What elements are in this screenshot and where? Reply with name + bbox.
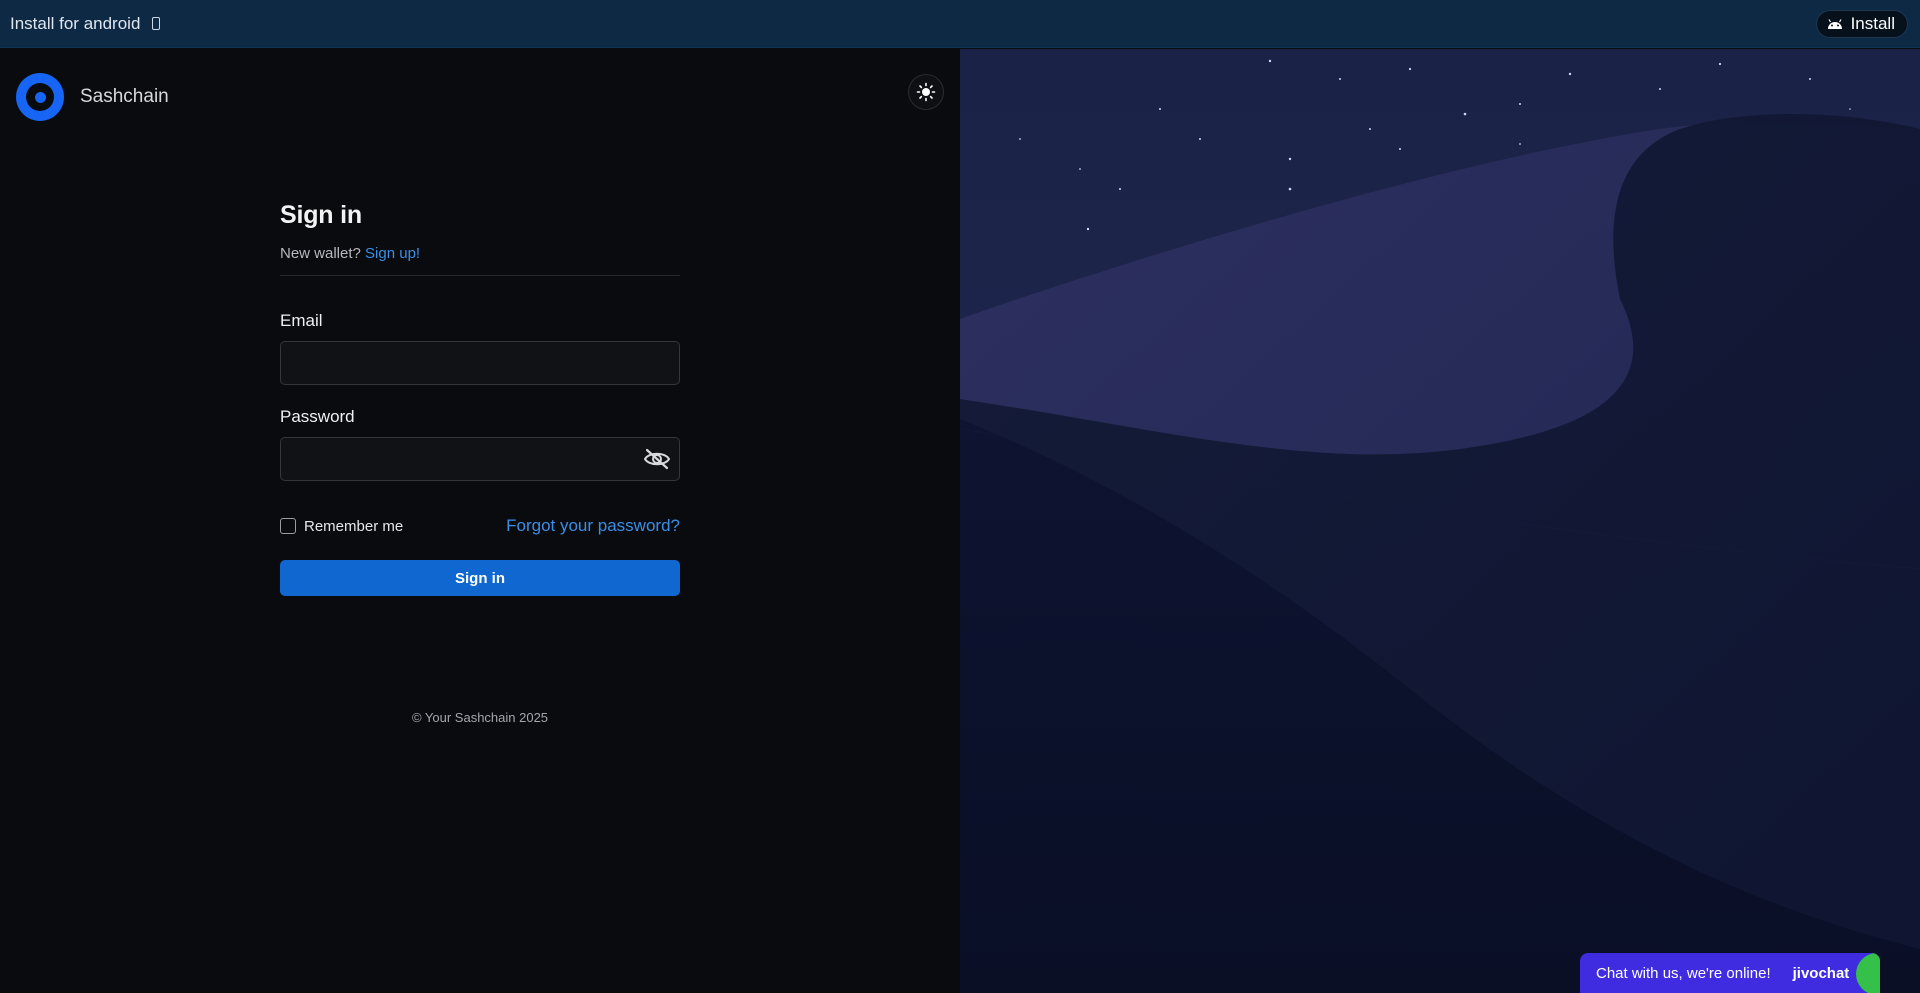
login-panel: Sashchain Sign in New wallet? Sign up! E… xyxy=(0,49,960,993)
chat-widget-brand: jivochat xyxy=(1792,964,1850,982)
signup-link[interactable]: Sign up! xyxy=(365,245,420,262)
brand-logo xyxy=(16,73,64,121)
signup-prompt: New wallet? Sign up! xyxy=(280,245,680,262)
password-field-wrapper xyxy=(280,437,680,481)
copyright: © Your Sashchain 2025 xyxy=(411,710,549,725)
password-label: Password xyxy=(280,407,355,426)
brand-name: Sashchain xyxy=(80,86,169,107)
install-banner-text: Install for android xyxy=(10,13,141,33)
forgot-password-link[interactable]: Forgot your password? xyxy=(506,516,680,536)
chat-widget[interactable]: Chat with us, we're online! jivochat xyxy=(1580,953,1880,993)
password-field[interactable] xyxy=(281,438,679,480)
install-banner-left: Install for android xyxy=(10,13,161,34)
sun-icon xyxy=(916,82,936,102)
phone-icon xyxy=(152,17,161,30)
install-button[interactable]: Install xyxy=(1815,9,1908,38)
eye-off-icon[interactable] xyxy=(643,447,671,471)
divider xyxy=(280,275,680,276)
hero-image xyxy=(960,49,1920,993)
page-title: Sign in xyxy=(280,201,362,229)
desert-dunes-image xyxy=(960,49,1920,993)
email-field[interactable] xyxy=(281,342,679,384)
chat-widget-text: Chat with us, we're online! xyxy=(1596,964,1771,982)
theme-toggle-button[interactable] xyxy=(908,74,944,110)
remember-me-checkbox[interactable] xyxy=(280,518,296,534)
form-options-row: Remember me Forgot your password? xyxy=(280,516,680,536)
remember-me-label: Remember me xyxy=(304,517,404,535)
remember-me[interactable]: Remember me xyxy=(280,518,403,535)
signin-button[interactable]: Sign in xyxy=(280,560,680,596)
chat-status-badge xyxy=(1856,953,1880,993)
install-banner: Install for android Install xyxy=(0,0,1920,48)
email-field-wrapper xyxy=(280,341,680,385)
signin-form: Sign in New wallet? Sign up! Email Passw… xyxy=(280,201,680,596)
android-icon xyxy=(1827,18,1842,29)
email-label: Email xyxy=(280,311,323,330)
brand[interactable]: Sashchain xyxy=(16,73,169,121)
install-button-label: Install xyxy=(1850,13,1895,33)
signup-prompt-text: New wallet? xyxy=(280,245,361,262)
